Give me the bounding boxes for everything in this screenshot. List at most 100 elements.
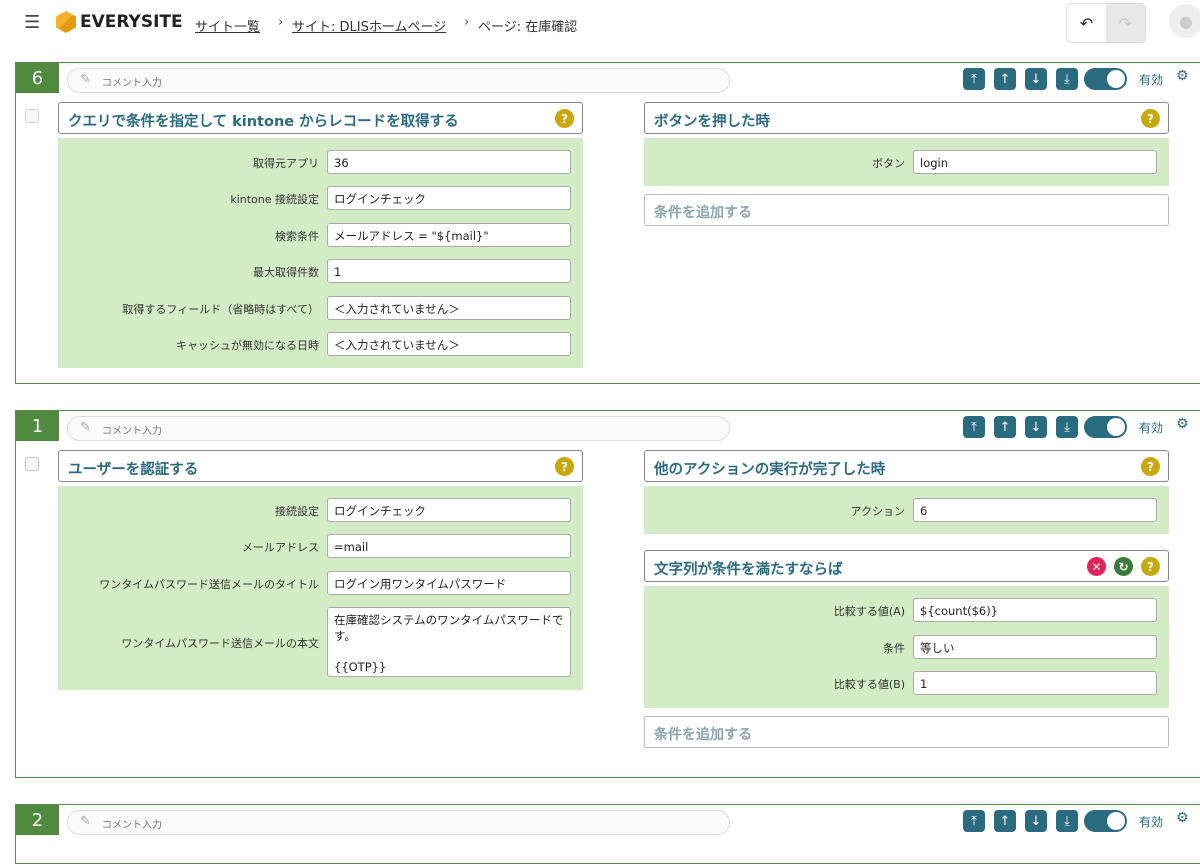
enabled-label: 有効 bbox=[1139, 73, 1164, 87]
field-input[interactable]: 36 bbox=[327, 150, 571, 174]
avatar[interactable]: ● bbox=[1169, 4, 1200, 38]
comment-input[interactable]: ✎ コメント入力 bbox=[67, 68, 730, 93]
field-input[interactable]: ログインチェック bbox=[327, 498, 571, 522]
action-title: ユーザーを認証する? bbox=[58, 450, 583, 482]
comment-input[interactable]: ✎ コメント入力 bbox=[67, 810, 730, 835]
help-icon[interactable]: ? bbox=[1141, 109, 1160, 128]
comment-input[interactable]: ✎ コメント入力 bbox=[67, 416, 730, 441]
chevron-right-icon: › bbox=[278, 15, 284, 30]
field-input[interactable]: ログインチェック bbox=[327, 186, 571, 211]
enabled-toggle[interactable] bbox=[1084, 68, 1127, 90]
action-block: 6 ✎ コメント入力 ⤒ ↑ ↓ ⤓ 有効 ⚙ クエリで条件を指定して kintone からレコー… bbox=[15, 62, 1200, 384]
field-input[interactable]: =mail bbox=[327, 534, 571, 559]
help-icon[interactable]: ? bbox=[555, 457, 574, 476]
enabled-label: 有効 bbox=[1139, 421, 1164, 435]
trigger-fields-panel: アクション 6 bbox=[644, 486, 1169, 535]
field-label: 取得元アプリ bbox=[253, 157, 319, 170]
field-input[interactable]: ＜入力されていません＞ bbox=[327, 295, 571, 320]
trigger-title-text: 他のアクションの実行が完了した時 bbox=[654, 462, 886, 478]
field-label: 接続設定 bbox=[275, 505, 319, 518]
field-label: 比較する値(A) bbox=[833, 605, 905, 619]
trigger-fields-panel: ボタン login bbox=[644, 138, 1169, 187]
field-input[interactable]: 6 bbox=[913, 498, 1157, 522]
refresh-icon[interactable]: ↻ bbox=[1114, 557, 1133, 577]
gear-icon[interactable]: ⚙ bbox=[1176, 68, 1189, 84]
enabled-toggle[interactable] bbox=[1084, 810, 1127, 832]
trigger-title: 他のアクションの実行が完了した時? bbox=[644, 450, 1169, 482]
field-input[interactable]: ${count($6)} bbox=[913, 598, 1157, 623]
field-input[interactable]: ＜入力されていません＞ bbox=[327, 332, 571, 356]
help-icon[interactable]: ? bbox=[1141, 457, 1160, 476]
enabled-toggle[interactable] bbox=[1084, 416, 1127, 438]
move-up-button[interactable]: ↑ bbox=[994, 416, 1016, 438]
help-icon[interactable]: ? bbox=[1141, 557, 1160, 577]
field-input[interactable]: メールアドレス = "${mail}" bbox=[327, 222, 571, 247]
block-number: 2 bbox=[16, 805, 59, 835]
move-down-button[interactable]: ↓ bbox=[1025, 68, 1047, 90]
field-input[interactable]: 在庫確認システムのワンタイムパスワードです。 {{OTP}} bbox=[327, 607, 571, 678]
action-block: 1 ✎ コメント入力 ⤒ ↑ ↓ ⤓ 有効 ⚙ ユーザーを認証する? 接続設定 ログインチェックメール… bbox=[15, 410, 1200, 778]
trigger-title-text: ボタンを押した時 bbox=[654, 114, 770, 130]
add-condition-button[interactable]: 条件を追加する bbox=[644, 194, 1169, 227]
field-label: キャッシュが無効になる日時 bbox=[176, 339, 319, 352]
action-fields-panel: 接続設定 ログインチェックメールアドレス =mail ワンタイムパスワード送信メールの… bbox=[58, 486, 583, 690]
move-down-button[interactable]: ↓ bbox=[1025, 810, 1047, 832]
move-top-button[interactable]: ⤒ bbox=[963, 416, 985, 438]
chevron-right-icon: › bbox=[464, 15, 470, 30]
field-label: メールアドレス bbox=[242, 541, 319, 555]
paperclip-icon: ✎ bbox=[80, 814, 91, 829]
field-input[interactable]: login bbox=[913, 150, 1157, 174]
add-condition-button[interactable]: 条件を追加する bbox=[644, 715, 1169, 748]
move-top-button[interactable]: ⤒ bbox=[963, 68, 985, 90]
field-input[interactable]: 1 bbox=[913, 671, 1157, 696]
delete-icon[interactable]: ✕ bbox=[1087, 557, 1106, 577]
field-label: 比較する値(B) bbox=[833, 678, 905, 692]
paperclip-icon: ✎ bbox=[80, 420, 91, 435]
select-checkbox[interactable] bbox=[25, 109, 39, 123]
gear-icon[interactable]: ⚙ bbox=[1176, 810, 1189, 826]
field-label: ワンタイムパスワード送信メールの本文 bbox=[121, 637, 319, 651]
trigger-fields-panel: 比較する値(A) ${count($6)} 条件 等しい比較する値(B) 1 bbox=[644, 586, 1169, 708]
action-title-text: ユーザーを認証する bbox=[68, 462, 199, 478]
redo-icon[interactable]: ↷ bbox=[1106, 4, 1145, 42]
field-label: 検索条件 bbox=[275, 229, 319, 243]
field-input[interactable]: 等しい bbox=[913, 634, 1157, 659]
move-bottom-button[interactable]: ⤓ bbox=[1056, 416, 1078, 438]
enabled-label: 有効 bbox=[1139, 815, 1164, 829]
action-fields-panel: 取得元アプリ 36 kintone 接続設定 ログインチェック検索条件 メールアドレス … bbox=[58, 138, 583, 369]
logo[interactable]: EVERYSITE bbox=[56, 11, 183, 33]
block-number: 6 bbox=[16, 63, 59, 93]
breadcrumb-site[interactable]: サイト: DLISホームページ bbox=[292, 16, 446, 35]
move-up-button[interactable]: ↑ bbox=[994, 810, 1016, 832]
action-title-text: クエリで条件を指定して kintone からレコードを取得する bbox=[68, 114, 459, 130]
hamburger-menu-icon[interactable]: ☰ bbox=[24, 12, 40, 33]
field-label: ワンタイムパスワード送信メールのタイトル bbox=[99, 577, 319, 591]
field-input[interactable]: 1 bbox=[327, 259, 571, 284]
help-icon[interactable]: ? bbox=[555, 109, 574, 128]
move-up-button[interactable]: ↑ bbox=[994, 68, 1016, 90]
field-label: 条件 bbox=[883, 641, 905, 655]
field-label: アクション bbox=[850, 505, 905, 518]
undo-icon[interactable]: ↶ bbox=[1067, 4, 1106, 42]
field-input[interactable]: ログイン用ワンタイムパスワード bbox=[327, 570, 571, 595]
top-bar: ☰ EVERYSITE サイト一覧 › サイト: DLISホームページ › ペー… bbox=[0, 0, 1200, 48]
breadcrumb-page: ページ: 在庫確認 bbox=[478, 20, 578, 35]
brand-name: EVERYSITE bbox=[80, 12, 183, 32]
move-bottom-button[interactable]: ⤓ bbox=[1056, 810, 1078, 832]
breadcrumb-site-list[interactable]: サイト一覧 bbox=[195, 16, 260, 35]
move-top-button[interactable]: ⤒ bbox=[963, 810, 985, 832]
select-checkbox[interactable] bbox=[25, 457, 39, 471]
field-label: kintone 接続設定 bbox=[230, 193, 319, 207]
logo-cube-icon bbox=[56, 11, 76, 33]
trigger-title: ボタンを押した時? bbox=[644, 102, 1169, 134]
comment-placeholder: コメント入力 bbox=[102, 820, 162, 831]
paperclip-icon: ✎ bbox=[80, 72, 91, 87]
action-block: 2 ✎ コメント入力 ⤒ ↑ ↓ ⤓ 有効 ⚙ bbox=[15, 804, 1200, 864]
field-label: ボタン bbox=[872, 157, 905, 170]
comment-placeholder: コメント入力 bbox=[102, 78, 162, 89]
move-down-button[interactable]: ↓ bbox=[1025, 416, 1047, 438]
field-label: 取得するフィールド（省略時はすべて） bbox=[122, 302, 319, 316]
move-bottom-button[interactable]: ⤓ bbox=[1056, 68, 1078, 90]
gear-icon[interactable]: ⚙ bbox=[1176, 416, 1189, 432]
trigger-title: 文字列が条件を満たすならば ✕ ↻? bbox=[644, 550, 1169, 583]
